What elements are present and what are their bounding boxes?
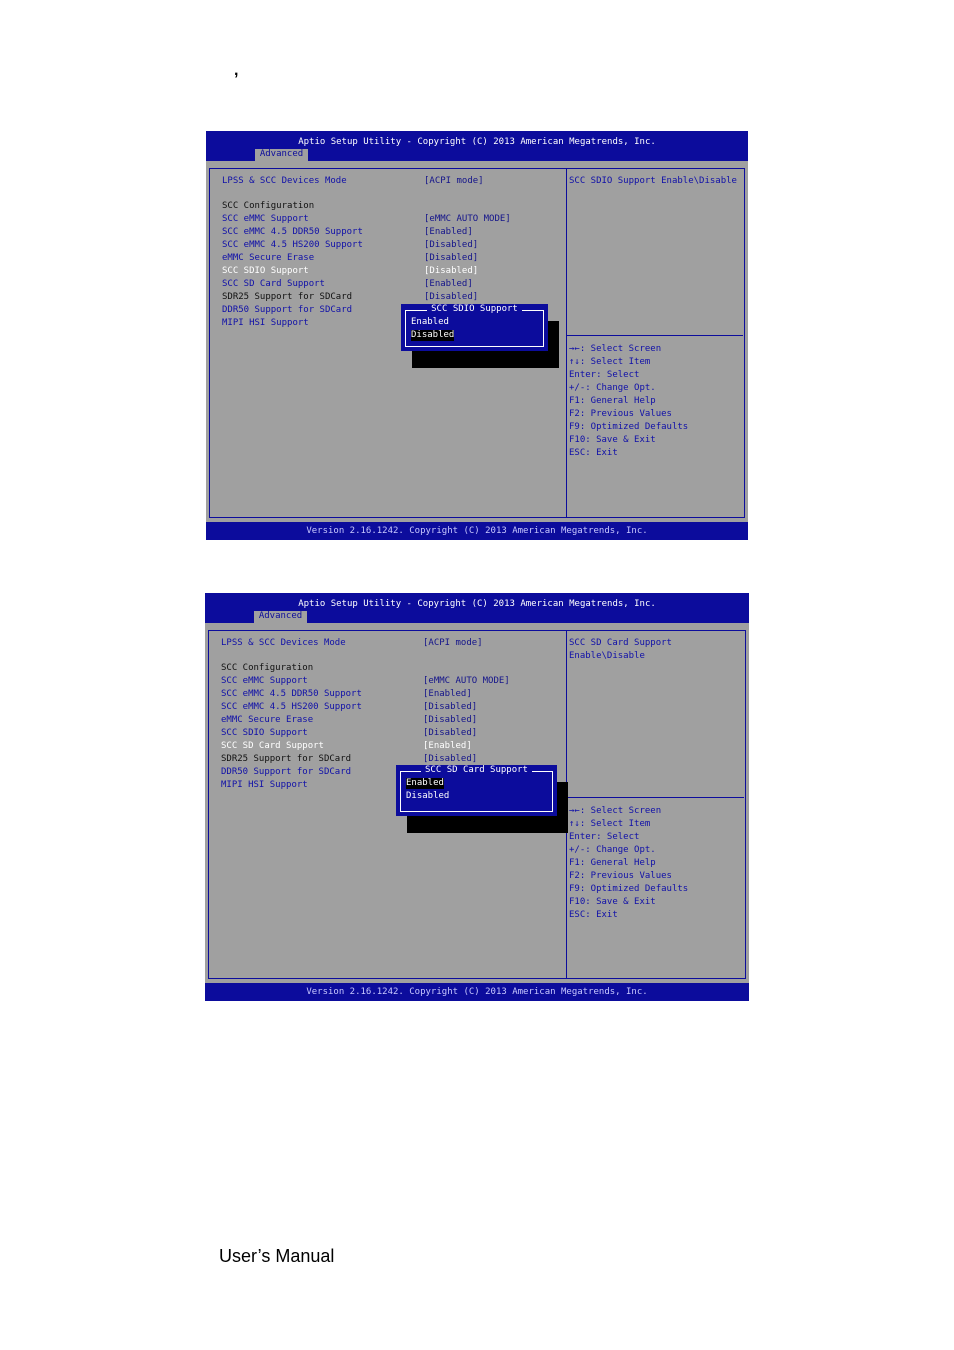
key-hint: F9: Optimized Defaults xyxy=(569,422,689,432)
setting-value[interactable]: [eMMC AUTO MODE] xyxy=(424,214,511,225)
key-hint: ↑↓: Select Item xyxy=(569,819,651,829)
key-hint: ↑↓: Select Item xyxy=(569,357,651,367)
setting-label[interactable]: eMMC Secure Erase xyxy=(222,253,314,264)
setting-label[interactable]: MIPI HSI Support xyxy=(221,780,308,791)
setting-value[interactable]: [Disabled] xyxy=(423,715,477,726)
setting-label[interactable]: SCC SD Card Support xyxy=(221,741,324,752)
setting-label[interactable]: SCC SDIO Support xyxy=(221,728,308,739)
bios-footer: Version 2.16.1242. Copyright (C) 2013 Am… xyxy=(206,522,748,540)
key-hint: +/-: Change Opt. xyxy=(569,383,656,393)
setting-value[interactable]: [eMMC AUTO MODE] xyxy=(423,676,510,687)
bios-footer: Version 2.16.1242. Copyright (C) 2013 Am… xyxy=(205,983,749,1001)
key-hint: +/-: Change Opt. xyxy=(569,845,656,855)
stray-mark: , xyxy=(234,62,239,79)
setting-value[interactable]: [ACPI mode] xyxy=(423,638,483,649)
key-hint: F10: Save & Exit xyxy=(569,897,656,907)
page-footer: User’s Manual xyxy=(219,1246,335,1266)
setting-value[interactable]: [Disabled] xyxy=(423,702,477,713)
bios-header: Aptio Setup Utility - Copyright (C) 2013… xyxy=(205,593,749,623)
setting-label: SCC Configuration xyxy=(221,663,314,673)
setting-label: SCC Configuration xyxy=(222,201,315,211)
popup-option-disabled[interactable]: Disabled xyxy=(406,791,449,802)
key-hint: ESC: Exit xyxy=(569,910,618,920)
popup-title: SCC SDIO Support xyxy=(427,304,522,314)
setting-value[interactable]: [ACPI mode] xyxy=(424,176,484,187)
setting-label[interactable]: SCC eMMC 4.5 HS200 Support xyxy=(221,702,362,713)
setting-value[interactable]: [Enabled] xyxy=(424,279,473,290)
popup-option-enabled[interactable]: Enabled xyxy=(411,317,449,328)
setting-label[interactable]: eMMC Secure Erase xyxy=(221,715,313,726)
help-text: SCC SD Card Support xyxy=(569,638,672,648)
setting-label[interactable]: DDR50 Support for SDCard xyxy=(221,767,351,778)
setting-label[interactable]: SCC SDIO Support xyxy=(222,266,309,277)
key-hint: F1: General Help xyxy=(569,396,656,406)
tab-advanced[interactable]: Advanced xyxy=(254,611,307,623)
popup-option-disabled[interactable]: Disabled xyxy=(411,330,455,341)
setting-value[interactable]: [Disabled] xyxy=(424,240,478,251)
bios-title: Aptio Setup Utility - Copyright (C) 2013… xyxy=(298,137,656,147)
setting-label[interactable]: LPSS & SCC Devices Mode xyxy=(221,638,346,649)
key-hint: →←: Select Screen xyxy=(569,806,662,816)
setting-value[interactable]: [Enabled] xyxy=(424,227,473,238)
setting-label[interactable]: SCC SD Card Support xyxy=(222,279,325,290)
popup-title: SCC SD Card Support xyxy=(421,765,532,775)
setting-label[interactable]: SCC eMMC Support xyxy=(222,214,309,225)
option-popup: SCC SD Card Support Enabled Disabled xyxy=(396,765,557,816)
setting-value[interactable]: [Disabled] xyxy=(424,292,478,303)
setting-value[interactable]: [Disabled] xyxy=(423,728,477,739)
setting-label[interactable]: LPSS & SCC Devices Mode xyxy=(222,176,347,187)
key-hint: Enter: Select xyxy=(569,370,640,380)
help-text: SCC SDIO Support Enable\Disable xyxy=(569,176,737,186)
setting-value[interactable]: [Enabled] xyxy=(423,741,472,752)
help-divider xyxy=(567,335,743,336)
key-hint: Enter: Select xyxy=(569,832,640,842)
popup-option-enabled[interactable]: Enabled xyxy=(406,778,444,789)
key-hint: →←: Select Screen xyxy=(569,344,662,354)
help-divider xyxy=(567,797,744,798)
setting-label: SDR25 Support for SDCard xyxy=(221,754,352,764)
key-hint: ESC: Exit xyxy=(569,448,618,458)
setting-value[interactable]: [Disabled] xyxy=(424,266,478,277)
key-hint: F2: Previous Values xyxy=(569,871,672,881)
setting-label[interactable]: MIPI HSI Support xyxy=(222,318,309,329)
option-popup: SCC SDIO Support Enabled Disabled xyxy=(401,304,548,351)
popup-title-bar: SCC SDIO Support xyxy=(401,304,548,315)
manual-page: , User’s Manual Aptio Setup Utility - Co… xyxy=(0,0,954,1350)
setting-value[interactable]: [Enabled] xyxy=(423,689,472,700)
key-hint: F2: Previous Values xyxy=(569,409,672,419)
setting-label[interactable]: SCC eMMC Support xyxy=(221,676,308,687)
setting-value[interactable]: [Disabled] xyxy=(423,754,477,765)
setting-label[interactable]: SCC eMMC 4.5 DDR50 Support xyxy=(222,227,363,238)
key-hint: F10: Save & Exit xyxy=(569,435,656,445)
bios-screen: Aptio Setup Utility - Copyright (C) 2013… xyxy=(206,131,748,540)
popup-title-bar: SCC SD Card Support xyxy=(396,765,557,776)
bios-title: Aptio Setup Utility - Copyright (C) 2013… xyxy=(298,599,656,609)
setting-label: SDR25 Support for SDCard xyxy=(222,292,353,302)
bios-header: Aptio Setup Utility - Copyright (C) 2013… xyxy=(206,131,748,161)
key-hint: F1: General Help xyxy=(569,858,656,868)
panel-divider xyxy=(566,168,567,518)
key-hint: F9: Optimized Defaults xyxy=(569,884,689,894)
popup-frame xyxy=(405,310,544,347)
setting-label[interactable]: DDR50 Support for SDCard xyxy=(222,305,352,316)
setting-label[interactable]: SCC eMMC 4.5 HS200 Support xyxy=(222,240,363,251)
help-text: Enable\Disable xyxy=(569,651,645,661)
setting-value[interactable]: [Disabled] xyxy=(424,253,478,264)
setting-label[interactable]: SCC eMMC 4.5 DDR50 Support xyxy=(221,689,362,700)
bios-screen: Aptio Setup Utility - Copyright (C) 2013… xyxy=(205,593,749,1001)
tab-advanced[interactable]: Advanced xyxy=(255,149,308,161)
